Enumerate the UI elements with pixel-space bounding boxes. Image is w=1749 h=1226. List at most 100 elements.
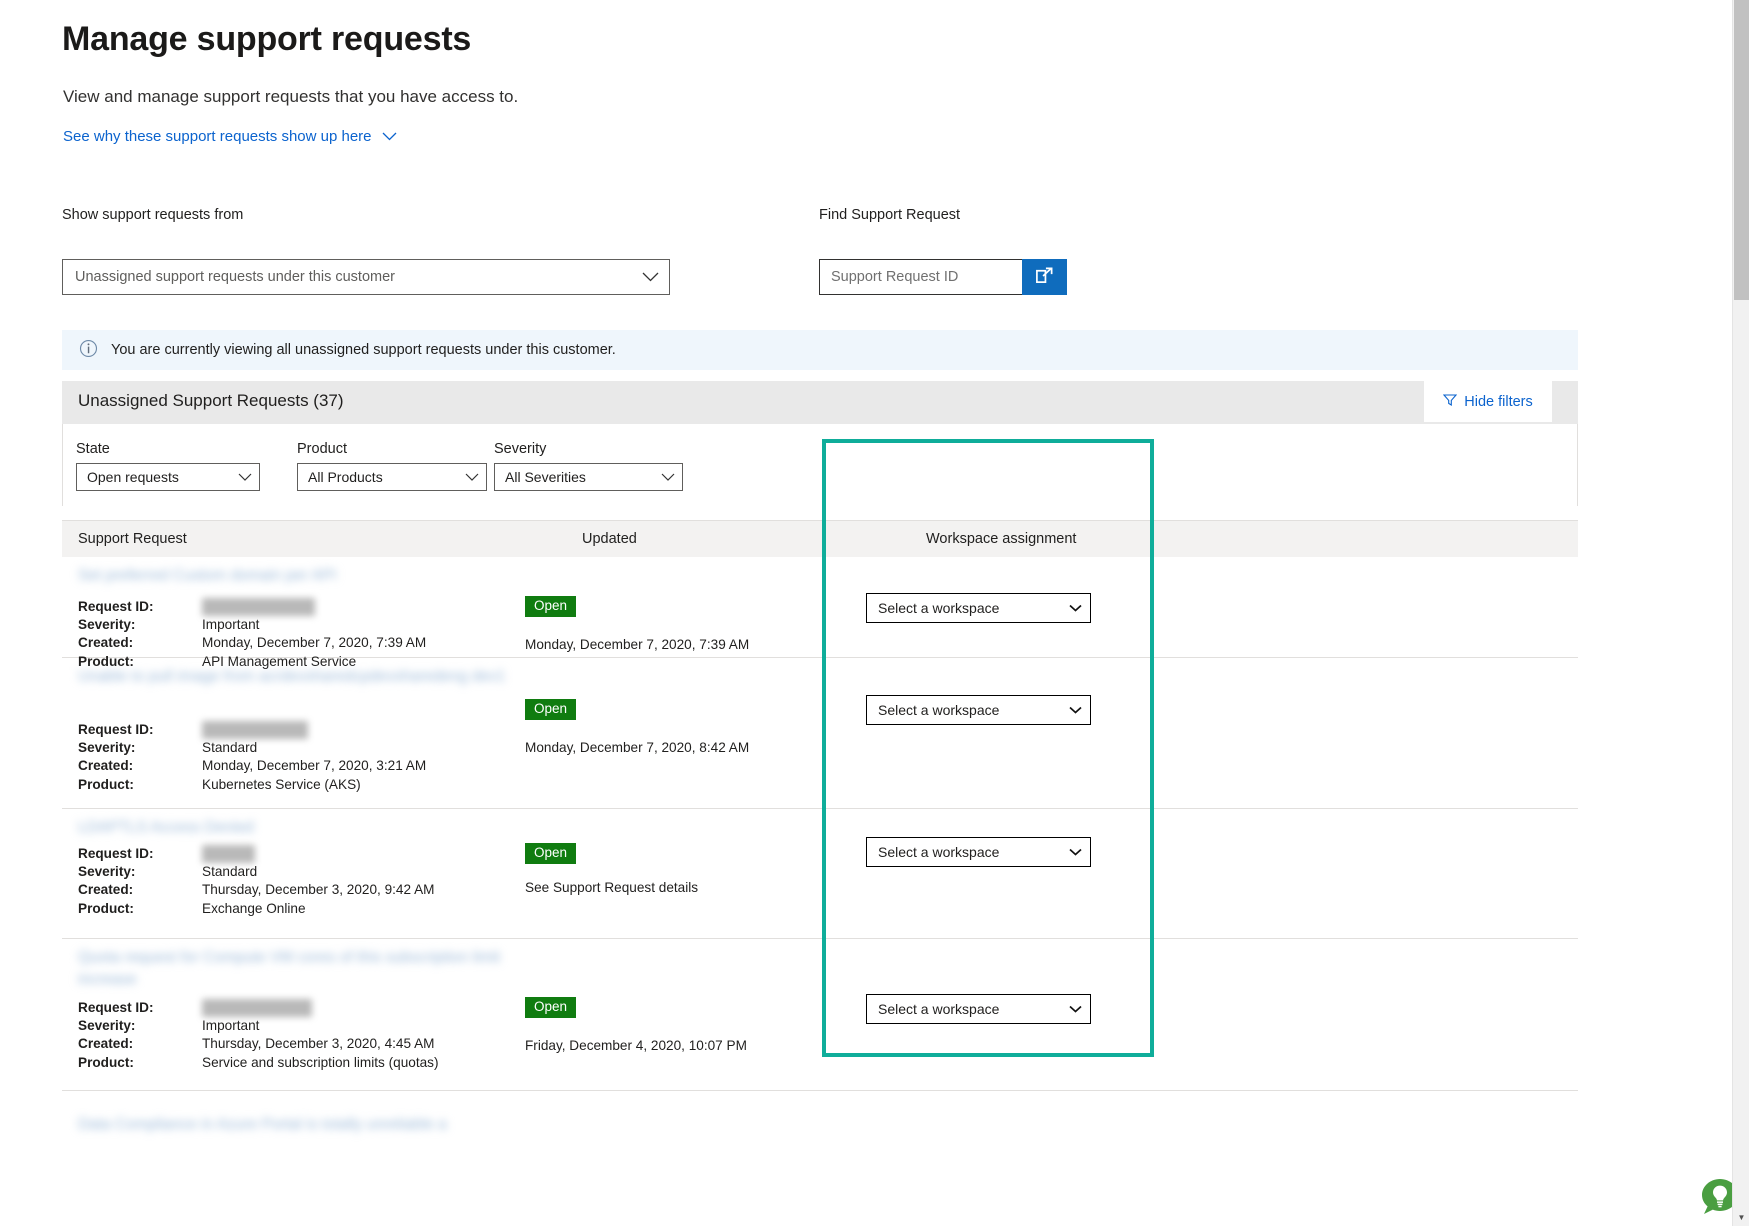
label-request-id: Request ID: <box>78 599 154 614</box>
filter-severity-dropdown[interactable]: All Severities <box>494 463 683 491</box>
updated-timestamp: Friday, December 4, 2020, 10:07 PM <box>525 1038 747 1053</box>
column-header-support-request: Support Request <box>78 531 187 547</box>
column-header-workspace-assignment: Workspace assignment <box>926 531 1077 547</box>
filter-severity-label: Severity <box>494 441 547 457</box>
show-from-value: Unassigned support requests under this c… <box>75 269 395 285</box>
label-product: Product: <box>78 776 134 792</box>
filter-product-value: All Products <box>308 469 383 485</box>
label-severity: Severity: <box>78 1018 136 1034</box>
page-scrollbar[interactable]: ▲ ▼ <box>1732 0 1749 1226</box>
value-product: Service and subscription limits (quotas) <box>202 1054 439 1070</box>
value-request-id: 120 307 08880046 <box>202 598 316 617</box>
workspace-select[interactable]: Select a workspace <box>866 593 1091 623</box>
status-badge: Open <box>525 699 577 720</box>
filter-funnel-icon <box>1443 393 1458 411</box>
label-request-id: Request ID: <box>78 846 154 861</box>
chevron-down-icon <box>382 128 397 145</box>
request-title-link[interactable]: Quota request for Compute VM cores of th… <box>78 947 548 991</box>
updated-timestamp: Monday, December 7, 2020, 7:39 AM <box>525 637 750 652</box>
label-product: Product: <box>78 1054 134 1070</box>
show-from-label: Show support requests from <box>62 207 244 223</box>
filter-state: State Open requests <box>76 441 260 491</box>
value-severity: Important <box>202 1018 260 1034</box>
results-panel-header: Unassigned Support Requests (37) <box>62 381 1578 424</box>
filter-severity-value: All Severities <box>505 469 586 485</box>
request-title-link[interactable]: Set preferred Custom domain per API <box>78 565 548 587</box>
chevron-down-icon <box>1069 1002 1082 1016</box>
filter-product: Product All Products <box>297 441 487 491</box>
value-request-id: 4008753 <box>202 845 255 864</box>
table-row: LDAPTLS Access Denied Request ID: 4008753… <box>62 809 1578 939</box>
chevron-down-icon <box>642 270 659 285</box>
support-request-id-input[interactable] <box>819 259 1022 295</box>
value-product: Kubernetes Service (AKS) <box>202 776 361 792</box>
workspace-select[interactable]: Select a workspace <box>866 837 1091 867</box>
request-title-link[interactable]: Unable to pull image from acrdevsharedcp… <box>78 666 548 688</box>
support-requests-table: Set preferred Custom domain per API Requ… <box>62 557 1578 1133</box>
page-subtitle: View and manage support requests that yo… <box>63 87 519 106</box>
request-details: Request ID: 4008753 Severity: Standard Cre… <box>78 845 434 918</box>
workspace-select-value: Select a workspace <box>878 1001 1000 1017</box>
table-column-headers: Support Request Updated Workspace assign… <box>62 520 1578 557</box>
find-request-group <box>819 259 1067 295</box>
results-panel-title: Unassigned Support Requests (37) <box>78 391 344 410</box>
updated-details-link[interactable]: See Support Request details <box>525 880 698 895</box>
scroll-down-arrow-icon[interactable]: ▼ <box>1733 1209 1749 1226</box>
request-details: Request ID: 120 307 0300853 Severity: Stan… <box>78 721 426 794</box>
filter-state-value: Open requests <box>87 469 179 485</box>
chevron-down-icon <box>465 470 479 484</box>
table-row: Set preferred Custom domain per API Requ… <box>62 557 1578 669</box>
workspace-select[interactable]: Select a workspace <box>866 994 1091 1024</box>
label-request-id: Request ID: <box>78 722 154 737</box>
status-badge: Open <box>525 596 577 617</box>
filter-severity: Severity All Severities <box>494 441 683 491</box>
info-bar-message: You are currently viewing all unassigned… <box>111 342 616 358</box>
value-severity: Important <box>202 617 260 633</box>
info-bar: You are currently viewing all unassigned… <box>62 330 1578 370</box>
find-request-label: Find Support Request <box>819 207 961 223</box>
status-badge: Open <box>525 843 577 864</box>
table-row: Unable to pull image from acrdevsharedcp… <box>62 658 1578 809</box>
manage-support-requests-page: Manage support requests View and manage … <box>0 0 1749 1226</box>
label-created: Created: <box>78 635 134 651</box>
hide-filters-label: Hide filters <box>1464 393 1533 410</box>
workspace-select-value: Select a workspace <box>878 702 1000 718</box>
label-severity: Severity: <box>78 864 136 880</box>
label-request-id: Request ID: <box>78 1000 154 1015</box>
find-request-button[interactable] <box>1022 259 1067 295</box>
see-why-link-label: See why these support requests show up h… <box>63 128 372 145</box>
updated-timestamp: Monday, December 7, 2020, 8:42 AM <box>525 740 750 755</box>
filter-state-dropdown[interactable]: Open requests <box>76 463 260 491</box>
info-circle-icon <box>79 339 98 362</box>
value-created: Monday, December 7, 2020, 3:21 AM <box>202 758 427 774</box>
column-header-updated: Updated <box>582 531 637 547</box>
workspace-select-value: Select a workspace <box>878 844 1000 860</box>
chevron-down-icon <box>1069 601 1082 615</box>
workspace-select[interactable]: Select a workspace <box>866 695 1091 725</box>
hide-filters-button[interactable]: Hide filters <box>1424 381 1552 422</box>
filter-state-label: State <box>76 441 110 457</box>
table-row: Quota request for Compute VM cores of th… <box>62 939 1578 1091</box>
label-severity: Severity: <box>78 617 136 633</box>
chevron-down-icon <box>661 470 675 484</box>
value-product: Exchange Online <box>202 900 306 916</box>
open-in-new-window-icon <box>1035 266 1054 288</box>
label-created: Created: <box>78 758 134 774</box>
table-row: Data Compliance in Azure Portal is total… <box>62 1091 1578 1133</box>
filter-product-label: Product <box>297 441 347 457</box>
request-title-link[interactable]: LDAPTLS Access Denied <box>78 817 548 839</box>
show-from-dropdown[interactable]: Unassigned support requests under this c… <box>62 259 670 295</box>
value-request-id: 120 307 0300853 <box>202 721 308 740</box>
request-details: Request ID: 120 30320807202 Severity: Impo… <box>78 999 438 1072</box>
see-why-link[interactable]: See why these support requests show up h… <box>63 128 397 145</box>
scrollbar-thumb[interactable] <box>1734 0 1749 300</box>
filter-product-dropdown[interactable]: All Products <box>297 463 487 491</box>
status-badge: Open <box>525 997 577 1018</box>
value-severity: Standard <box>202 864 258 880</box>
value-created: Monday, December 7, 2020, 7:39 AM <box>202 635 427 651</box>
chevron-down-icon <box>1069 703 1082 717</box>
workspace-select-value: Select a workspace <box>878 600 1000 616</box>
value-severity: Standard <box>202 740 258 756</box>
value-created: Thursday, December 3, 2020, 9:42 AM <box>202 882 435 898</box>
request-title-link[interactable]: Data Compliance in Azure Portal is total… <box>78 1114 548 1136</box>
